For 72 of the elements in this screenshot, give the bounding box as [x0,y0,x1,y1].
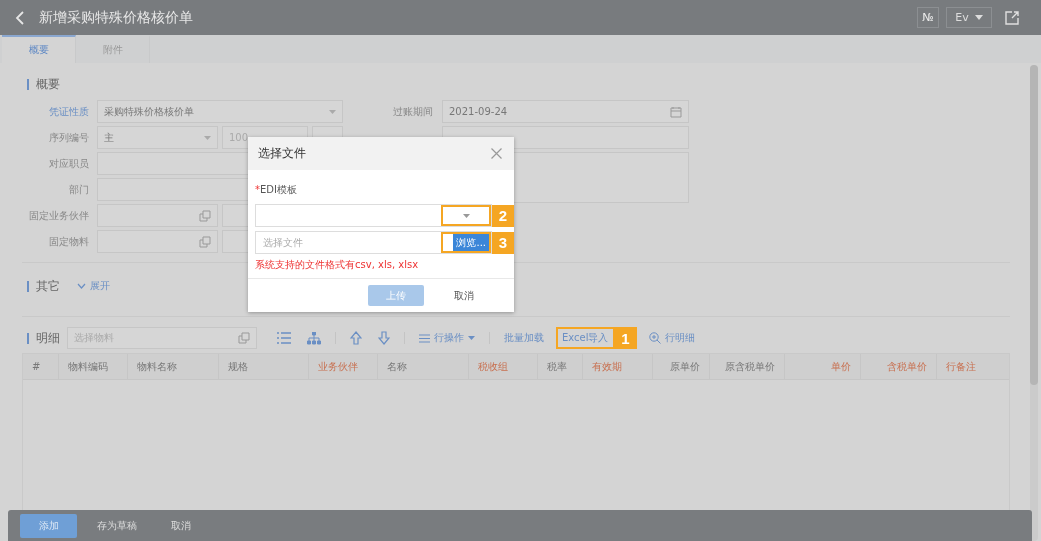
caret-icon [204,135,211,140]
column-header: 原含税单价 [709,354,786,379]
field-label: 部门 [68,182,89,197]
column-header: 税率 [537,354,583,379]
callout-badge: 3 [492,231,514,254]
file-field[interactable]: 选择文件 浏览... [255,231,492,254]
column-header: 行备注 [945,360,978,374]
hierarchy-icon[interactable] [307,331,321,345]
column-header: 物料编码 [58,354,128,379]
copy-icon [199,235,211,248]
add-button[interactable]: 添加 [20,513,77,538]
column-header: 含税单价 [861,354,938,379]
copy-icon [199,209,211,222]
cancel-button[interactable]: 取消 [436,285,492,306]
footer-button[interactable]: 存为草稿 [83,513,151,538]
column-header: 单价 [785,354,862,379]
field-label: 对应职员 [48,156,89,171]
column-header: 有效期 [582,354,653,379]
tab[interactable]: 概要 [2,35,76,63]
footer-button[interactable]: 取消 [157,513,205,538]
upload-button[interactable]: 上传 [368,285,424,306]
zoom-in-icon [648,332,661,344]
section-title: 明细 [36,329,60,347]
share-icon[interactable] [1005,10,1019,25]
excel-import-link[interactable]: Excel导入 [556,327,615,349]
scrollbar[interactable] [1030,65,1038,541]
column-header: 原单价 [652,354,710,379]
format-hint: 系统支持的文件格式有csv, xls, xlsx [255,258,420,272]
template-select[interactable] [255,204,492,227]
row-actions-menu[interactable]: 行操作 [419,331,475,345]
field-label: *EDI模板 [255,183,298,197]
date-field[interactable]: 2021-09-24 [442,100,689,123]
chevron-down-icon [77,283,86,289]
back-icon[interactable] [15,10,25,25]
lookup-field[interactable] [97,204,218,227]
page-title: 新增采购特殊价格核价单 [39,8,193,27]
field-label: 固定物料 [48,234,89,249]
field-label: 固定业务伙伴 [28,208,89,223]
select-field[interactable]: 主 [97,126,218,149]
browse-button[interactable]: 浏览... [453,234,489,251]
copy-icon [238,332,250,344]
callout-badge: 2 [492,204,514,227]
expand-toggle[interactable]: 展开 [77,279,110,293]
caret-icon [468,336,475,340]
caret-icon [974,15,983,20]
column-header: 业务伙伴 [309,354,379,379]
column-header: 物料名称 [127,354,219,379]
list-icon[interactable] [277,332,291,344]
field-label: 过账期间 [392,104,433,119]
column-header: 规格 [218,354,310,379]
callout-badge: 1 [614,327,637,349]
select-field[interactable]: 采购特殊价格核价单 [97,100,343,123]
language-dropdown[interactable]: Ev [946,7,992,28]
field-label: 序列编号 [48,130,89,145]
row-detail-link[interactable]: 行明细 [648,331,695,345]
arrow-up-icon[interactable] [350,331,362,345]
number-button[interactable]: № [917,7,939,28]
calendar-icon[interactable] [670,105,682,118]
close-icon[interactable] [491,148,502,159]
field-label: 凭证性质 [48,104,89,119]
section-title: 其它 [36,277,60,295]
caret-icon [462,213,470,218]
lookup-field[interactable] [97,230,218,253]
dialog-title: 选择文件 [258,145,306,162]
arrow-down-icon[interactable] [378,331,390,345]
column-header: 名称 [378,354,470,379]
column-header: # [23,354,59,379]
section-title: 概要 [36,75,60,93]
column-header: 税收组 [469,354,538,379]
batch-load-link[interactable]: 批量加载 [504,331,544,345]
caret-icon [329,109,336,114]
menu-icon [419,333,430,343]
